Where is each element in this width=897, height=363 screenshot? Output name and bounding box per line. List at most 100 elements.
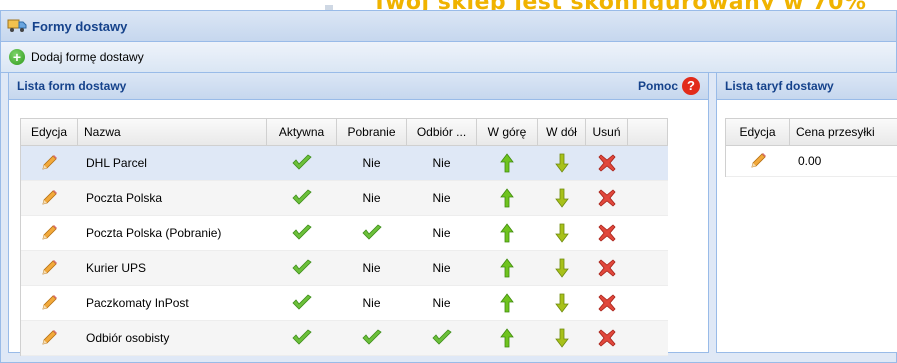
pickup-cell xyxy=(407,321,477,355)
pencil-icon[interactable] xyxy=(39,223,59,243)
cod-cell xyxy=(337,216,407,250)
arrow-down-icon[interactable] xyxy=(554,188,569,208)
spacer-cell xyxy=(628,216,668,250)
column-header-pickup[interactable]: Odbiór ... xyxy=(407,119,477,145)
cod-cell: Nie xyxy=(362,261,381,275)
left-panel-header: Lista form dostawy Pomoc ? xyxy=(9,73,708,100)
move-up-cell xyxy=(477,216,538,250)
table-row[interactable]: Odbiór osobisty xyxy=(21,321,668,356)
active-cell xyxy=(267,286,337,320)
move-up-cell xyxy=(477,251,538,285)
help-button[interactable]: Pomoc ? xyxy=(638,77,700,95)
column-header-move-up[interactable]: W górę xyxy=(477,119,538,145)
delete-icon[interactable] xyxy=(597,259,616,277)
cod-cell xyxy=(337,321,407,355)
table-row[interactable]: Kurier UPS Nie Nie xyxy=(21,251,668,286)
rates-grid-header-row: Edycja Cena przesyłki xyxy=(726,119,897,146)
move-down-cell xyxy=(538,321,586,355)
name-cell: Poczta Polska xyxy=(86,191,163,205)
arrow-up-icon[interactable] xyxy=(500,223,514,243)
delete-cell xyxy=(586,286,628,320)
edit-cell xyxy=(21,181,78,215)
rates-column-header-price[interactable]: Cena przesyłki xyxy=(790,119,897,145)
edit-cell xyxy=(21,251,78,285)
column-header-delete[interactable]: Usuń xyxy=(586,119,628,145)
delete-cell xyxy=(586,321,628,355)
check-icon xyxy=(361,224,383,242)
pencil-icon[interactable] xyxy=(39,188,59,208)
add-icon: + xyxy=(9,49,25,65)
pickup-cell: Nie xyxy=(432,296,451,310)
table-row[interactable]: DHL Parcel Nie Nie xyxy=(21,146,668,181)
cod-cell: Nie xyxy=(362,191,381,205)
table-row[interactable]: Poczta Polska (Pobranie) Nie xyxy=(21,216,668,251)
grid-header-row: Edycja Nazwa Aktywna Pobranie Odbiór ...… xyxy=(21,119,668,146)
arrow-down-icon[interactable] xyxy=(554,223,569,243)
delete-icon[interactable] xyxy=(597,294,616,312)
active-cell xyxy=(267,251,337,285)
pencil-icon[interactable] xyxy=(748,151,768,171)
rates-column-header-edit[interactable]: Edycja xyxy=(726,119,790,145)
edit-cell xyxy=(21,216,78,250)
table-row[interactable]: Poczta Polska Nie Nie xyxy=(21,181,668,216)
spacer-cell xyxy=(628,251,668,285)
check-icon xyxy=(291,189,313,207)
rates-edit-cell xyxy=(726,146,790,176)
delete-icon[interactable] xyxy=(597,224,616,242)
arrow-down-icon[interactable] xyxy=(554,293,569,313)
arrow-up-icon[interactable] xyxy=(500,188,514,208)
column-header-cod[interactable]: Pobranie xyxy=(337,119,407,145)
active-cell xyxy=(267,216,337,250)
window-title: Formy dostawy xyxy=(32,18,128,34)
column-header-move-down[interactable]: W dół xyxy=(538,119,586,145)
column-header-edit[interactable]: Edycja xyxy=(21,119,78,145)
active-cell xyxy=(267,181,337,215)
delete-icon[interactable] xyxy=(597,329,616,347)
add-delivery-form-button[interactable]: + Dodaj formę dostawy xyxy=(9,49,144,65)
name-cell: Paczkomaty InPost xyxy=(86,296,189,310)
delete-icon[interactable] xyxy=(597,154,616,172)
spacer-cell xyxy=(628,321,668,355)
table-row[interactable]: Paczkomaty InPost Nie Nie xyxy=(21,286,668,321)
move-up-cell xyxy=(477,321,538,355)
cod-cell: Nie xyxy=(362,296,381,310)
spacer-cell xyxy=(628,286,668,320)
arrow-down-icon[interactable] xyxy=(554,153,569,173)
spacer-cell xyxy=(628,181,668,215)
right-panel-title: Lista taryf dostawy xyxy=(725,79,834,93)
arrow-down-icon[interactable] xyxy=(554,258,569,278)
pencil-icon[interactable] xyxy=(39,328,59,348)
arrow-down-icon[interactable] xyxy=(554,328,569,348)
pencil-icon[interactable] xyxy=(39,293,59,313)
move-down-cell xyxy=(538,181,586,215)
pencil-icon[interactable] xyxy=(39,153,59,173)
left-panel-title: Lista form dostawy xyxy=(17,79,127,93)
check-icon xyxy=(291,259,313,277)
active-cell xyxy=(267,321,337,355)
delivery-rates-list-panel: Lista taryf dostawy xyxy=(716,72,897,353)
pencil-icon[interactable] xyxy=(39,258,59,278)
rates-grid-body: 0.00 xyxy=(726,146,897,177)
active-cell xyxy=(267,146,337,180)
arrow-up-icon[interactable] xyxy=(500,153,514,173)
edit-cell xyxy=(21,146,78,180)
delete-icon[interactable] xyxy=(597,189,616,207)
name-cell: Kurier UPS xyxy=(86,261,147,275)
name-cell: DHL Parcel xyxy=(86,156,147,170)
help-icon: ? xyxy=(682,77,700,95)
name-cell: Poczta Polska (Pobranie) xyxy=(86,226,222,240)
pickup-cell: Nie xyxy=(432,156,451,170)
rates-table-row[interactable]: 0.00 xyxy=(726,146,897,177)
add-delivery-form-label: Dodaj formę dostawy xyxy=(31,50,144,64)
column-header-name[interactable]: Nazwa xyxy=(78,119,267,145)
cod-cell: Nie xyxy=(362,156,381,170)
delivery-truck-icon xyxy=(7,17,27,36)
arrow-up-icon[interactable] xyxy=(500,258,514,278)
pickup-cell: Nie xyxy=(432,226,451,240)
column-header-active[interactable]: Aktywna xyxy=(267,119,337,145)
delete-cell xyxy=(586,146,628,180)
arrow-up-icon[interactable] xyxy=(500,328,514,348)
move-down-cell xyxy=(538,251,586,285)
edit-cell xyxy=(21,321,78,355)
arrow-up-icon[interactable] xyxy=(500,293,514,313)
